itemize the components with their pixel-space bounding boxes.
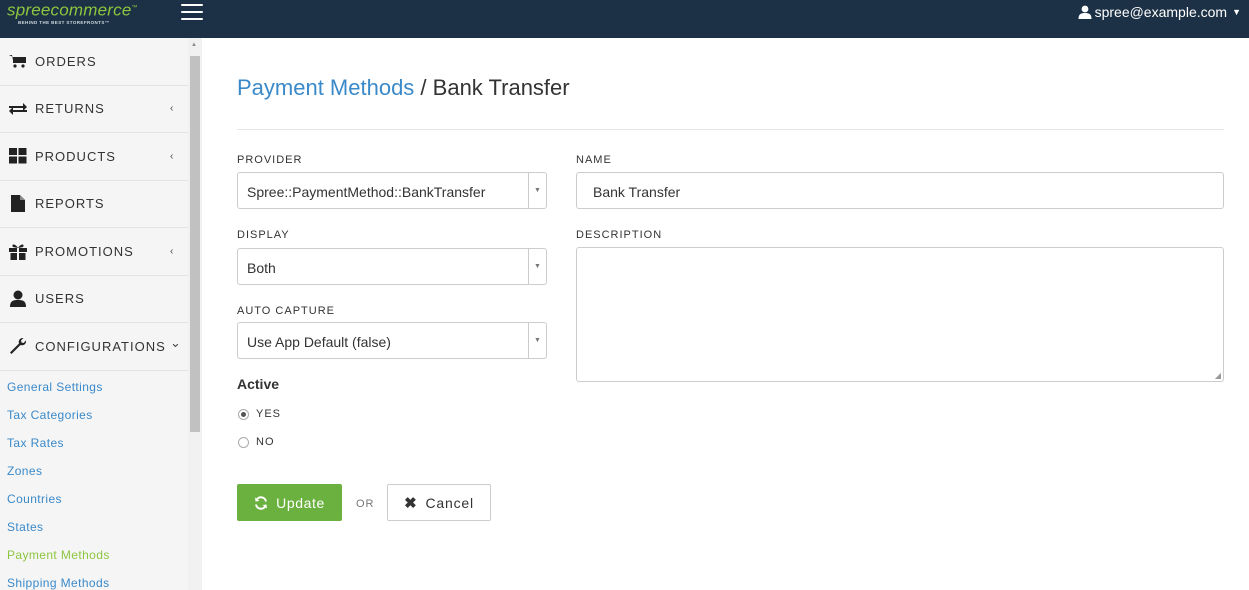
wrench-icon [8, 337, 28, 355]
file-icon [8, 195, 28, 213]
sidebar-item-label: USERS [35, 291, 85, 307]
radio-yes[interactable] [238, 408, 249, 420]
sidebar-subitem-tax-rates[interactable]: Tax Rates [0, 429, 201, 457]
sidebar-subitem-states[interactable]: States [0, 513, 201, 541]
active-label: Active [237, 376, 280, 392]
cancel-button-label: Cancel [425, 494, 474, 511]
user-icon [1078, 5, 1092, 19]
display-selected-value: Both [247, 260, 276, 276]
update-button[interactable]: Update [237, 484, 342, 521]
active-yes-option[interactable]: YES [238, 408, 281, 420]
name-input-value: Bank Transfer [593, 184, 681, 200]
user-account-menu[interactable]: spree@example.com ▼ [1078, 4, 1241, 20]
sidebar-item-configurations[interactable]: CONFIGURATIONS ⌄ [0, 323, 201, 371]
description-label: DESCRIPTION [576, 229, 663, 241]
dropdown-arrow-icon: ▼ [528, 249, 546, 284]
close-icon: ✖ [404, 494, 418, 512]
chevron-down-icon: ⌄ [170, 335, 182, 350]
resize-handle-icon[interactable]: ◢ [1215, 371, 1221, 380]
radio-no[interactable] [238, 436, 249, 448]
cancel-button[interactable]: ✖ Cancel [387, 484, 491, 521]
exchange-icon [8, 100, 28, 118]
caret-down-icon: ▼ [1232, 7, 1241, 17]
sidebar-subitem-zones[interactable]: Zones [0, 457, 201, 485]
top-header: spreecommerce™ BEHIND THE BEST STOREFRON… [0, 0, 1249, 38]
dropdown-arrow-icon: ▼ [528, 173, 546, 208]
auto-capture-select[interactable]: Use App Default (false) ▼ [237, 322, 547, 359]
sidebar-item-label: REPORTS [35, 196, 105, 212]
description-textarea[interactable]: ◢ [576, 247, 1224, 382]
provider-selected-value: Spree::PaymentMethod::BankTransfer [247, 184, 486, 200]
sidebar-item-reports[interactable]: REPORTS [0, 181, 201, 228]
grid-icon [8, 147, 28, 165]
configuration-submenu: General Settings Tax Categories Tax Rate… [0, 371, 201, 590]
logo-trademark: ™ [131, 5, 138, 11]
breadcrumb-payment-methods[interactable]: Payment Methods [237, 75, 414, 100]
user-email: spree@example.com [1094, 4, 1228, 20]
dropdown-arrow-icon: ▼ [528, 323, 546, 358]
auto-capture-selected-value: Use App Default (false) [247, 334, 391, 350]
sidebar-subitem-payment-methods[interactable]: Payment Methods [0, 541, 201, 569]
name-label: NAME [576, 154, 612, 166]
sidebar-item-products[interactable]: PRODUCTS ‹ [0, 133, 201, 181]
sidebar-item-orders[interactable]: ORDERS [0, 38, 201, 86]
name-input[interactable]: Bank Transfer [576, 172, 1224, 209]
chevron-left-icon: ‹ [170, 150, 175, 162]
active-no-option[interactable]: NO [238, 436, 275, 448]
sidebar-item-label: RETURNS [35, 101, 105, 117]
display-select[interactable]: Both ▼ [237, 248, 547, 285]
sidebar-subitem-general-settings[interactable]: General Settings [0, 373, 201, 401]
gift-icon [8, 242, 28, 260]
chevron-left-icon: ‹ [170, 245, 175, 257]
sidebar-item-users[interactable]: USERS [0, 276, 201, 323]
provider-select[interactable]: Spree::PaymentMethod::BankTransfer ▼ [237, 172, 547, 209]
display-label: DISPLAY [237, 229, 290, 241]
breadcrumb-separator: / [414, 75, 433, 100]
sidebar-item-promotions[interactable]: PROMOTIONS ‹ [0, 228, 201, 276]
sidebar-item-label: CONFIGURATIONS [35, 338, 166, 354]
refresh-icon [255, 495, 268, 510]
page-title-text: Bank Transfer [432, 75, 570, 100]
auto-capture-label: AUTO CAPTURE [237, 305, 335, 317]
sidebar-item-label: ORDERS [35, 53, 97, 69]
spree-logo[interactable]: spreecommerce™ BEHIND THE BEST STOREFRON… [7, 0, 138, 25]
sidebar-item-returns[interactable]: RETURNS ‹ [0, 86, 201, 133]
or-separator: OR [356, 498, 375, 510]
sidebar: ORDERS RETURNS ‹ PRODUCTS ‹ REPORTS PROM… [0, 38, 202, 590]
active-no-label: NO [256, 436, 275, 448]
sidebar-scroll-thumb[interactable] [190, 56, 200, 432]
sidebar-subitem-tax-categories[interactable]: Tax Categories [0, 401, 201, 429]
title-divider [237, 129, 1224, 130]
active-yes-label: YES [256, 408, 282, 420]
logo-text: spreecommerce [7, 0, 132, 20]
hamburger-icon[interactable] [181, 4, 203, 21]
chevron-left-icon: ‹ [170, 103, 175, 115]
scroll-up-arrow-icon[interactable]: ▲ [191, 42, 197, 48]
user-icon [8, 290, 28, 308]
cart-icon [8, 52, 28, 70]
sidebar-subitem-shipping-methods[interactable]: Shipping Methods [0, 569, 201, 590]
sidebar-subitem-countries[interactable]: Countries [0, 485, 201, 513]
page-title: Payment Methods / Bank Transfer [237, 75, 570, 101]
sidebar-item-label: PRODUCTS [35, 148, 116, 164]
update-button-label: Update [276, 494, 325, 511]
provider-label: PROVIDER [237, 154, 303, 166]
sidebar-item-label: PROMOTIONS [35, 243, 134, 259]
